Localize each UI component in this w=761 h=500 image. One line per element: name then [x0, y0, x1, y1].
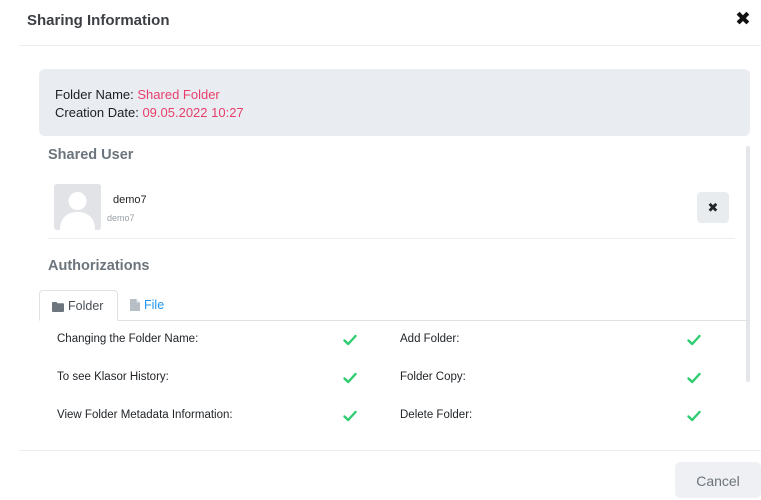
permission-label: View Folder Metadata Information: — [57, 409, 233, 421]
tab-file-label: File — [144, 298, 165, 312]
authorizations-title: Authorizations — [48, 258, 150, 274]
close-icon: ✖ — [707, 200, 719, 215]
tab-folder-label: Folder — [68, 299, 104, 313]
user-divider — [48, 238, 735, 239]
check-icon — [687, 410, 701, 422]
folder-name-label: Folder Name: — [55, 87, 134, 102]
remove-user-button[interactable]: ✖ — [697, 192, 729, 223]
folder-info-box: Folder Name: Shared Folder Creation Date… — [39, 69, 750, 136]
modal-title: Sharing Information — [27, 12, 170, 29]
content-scrollbar[interactable] — [746, 146, 750, 382]
modal-header: Sharing Information ✖ — [19, 0, 761, 46]
folder-icon — [52, 302, 64, 312]
creation-date-label: Creation Date: — [55, 105, 139, 120]
permission-label: Changing the Folder Name: — [57, 333, 199, 345]
avatar — [54, 184, 101, 230]
tab-folder[interactable]: Folder — [39, 290, 118, 321]
creation-date-row: Creation Date: 09.05.2022 10:27 — [55, 105, 244, 120]
check-icon — [343, 410, 357, 422]
shared-user-name: demo7 — [113, 194, 147, 206]
file-icon — [130, 299, 140, 311]
check-icon — [687, 334, 701, 346]
permission-label: To see Klasor History: — [57, 371, 169, 383]
folder-name-row: Folder Name: Shared Folder — [55, 87, 220, 102]
footer-divider — [19, 450, 761, 451]
permission-label: Folder Copy: — [400, 371, 466, 383]
shared-user-title: Shared User — [48, 147, 134, 163]
shared-user-username: demo7 — [107, 213, 135, 223]
cancel-button[interactable]: Cancel — [675, 462, 761, 498]
folder-name-value: Shared Folder — [137, 87, 220, 102]
check-icon — [343, 372, 357, 384]
permission-label: Add Folder: — [400, 333, 460, 345]
permission-label: Delete Folder: — [400, 409, 473, 421]
check-icon — [687, 372, 701, 384]
creation-date-value: 09.05.2022 10:27 — [142, 105, 244, 120]
check-icon — [343, 334, 357, 346]
close-icon: ✖ — [735, 9, 751, 30]
close-button[interactable]: ✖ — [734, 10, 752, 30]
user-placeholder-icon — [54, 184, 101, 230]
tab-file[interactable]: File — [118, 290, 176, 321]
